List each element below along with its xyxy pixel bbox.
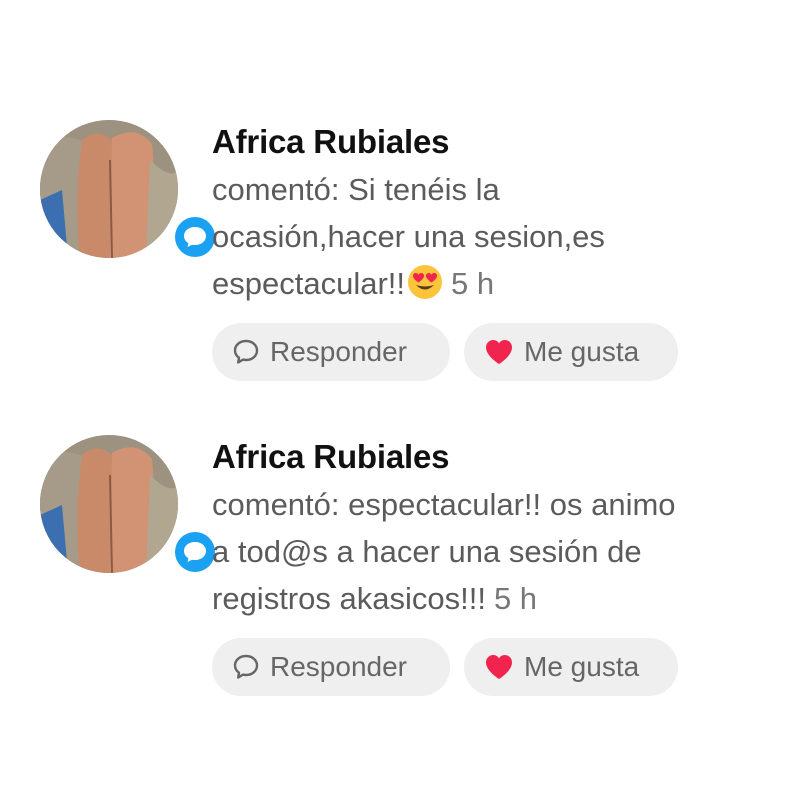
reply-button[interactable]: Responder	[212, 638, 450, 696]
avatar-wrap[interactable]	[40, 435, 220, 577]
notification-content: Africa Rubiales comentó: espectacular!! …	[212, 435, 772, 622]
notification-feed: Africa Rubiales comentó: Si tenéis la oc…	[0, 0, 800, 800]
comment-text: comentó: Si tenéis la ocasión,hacer una …	[212, 166, 772, 313]
reply-label: Responder	[270, 336, 407, 367]
timestamp: 5 h	[493, 581, 538, 616]
avatar-wrap[interactable]	[40, 120, 220, 262]
reply-label: Responder	[270, 651, 407, 682]
like-button[interactable]: Me gusta	[464, 323, 678, 381]
speech-bubble-icon	[232, 653, 260, 681]
notification-content: Africa Rubiales comentó: Si tenéis la oc…	[212, 120, 772, 313]
comment-text: comentó: espectacular!! os animo a tod@s…	[212, 481, 772, 622]
heart-icon	[484, 338, 514, 366]
comment-line: registros akasicos!!!	[212, 581, 486, 616]
comment-line: comentó: espectacular!! os animo	[212, 487, 676, 522]
like-label: Me gusta	[524, 651, 640, 682]
comment-line: comentó: Si tenéis la	[212, 172, 500, 207]
user-name[interactable]: Africa Rubiales	[212, 435, 772, 479]
like-button[interactable]: Me gusta	[464, 638, 678, 696]
avatar[interactable]	[40, 435, 178, 573]
comment-badge-icon	[175, 532, 215, 572]
comment-line: a tod@s a hacer una sesión de	[212, 534, 642, 569]
heart-eyes-emoji	[407, 264, 443, 313]
reply-button[interactable]: Responder	[212, 323, 450, 381]
timestamp: 5 h	[451, 266, 495, 301]
avatar[interactable]	[40, 120, 178, 258]
comment-line: ocasión,hacer una sesion,es	[212, 219, 605, 254]
speech-bubble-icon	[232, 338, 260, 366]
user-name[interactable]: Africa Rubiales	[212, 120, 772, 164]
action-bar: Responder Me gusta	[212, 323, 678, 381]
comment-badge-icon	[175, 217, 215, 257]
like-label: Me gusta	[524, 336, 640, 367]
action-bar: Responder Me gusta	[212, 638, 678, 696]
heart-icon	[484, 653, 514, 681]
comment-line: espectacular!!	[212, 266, 405, 301]
